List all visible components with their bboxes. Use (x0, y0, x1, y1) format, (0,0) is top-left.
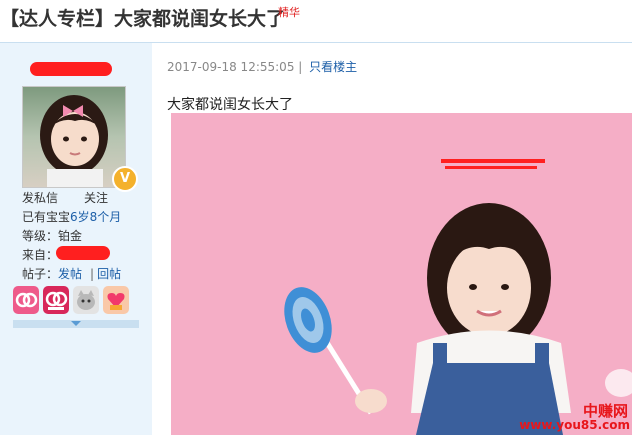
redacted-location (56, 246, 110, 260)
member-level: 等级：铂金 (22, 227, 82, 244)
chevron-down-icon (71, 321, 81, 326)
post-title: 大家都说闺女长大了 (167, 97, 293, 113)
send-message-link[interactable]: 发私信 (22, 189, 58, 206)
level-value: 铂金 (58, 229, 83, 243)
post-photo[interactable] (171, 113, 632, 435)
baby-info-label: 已有宝宝 (22, 210, 71, 224)
sidebar-collapse-toggle[interactable] (13, 320, 139, 328)
medal-talent-icon[interactable] (13, 286, 39, 314)
medal-babytree-icon[interactable] (43, 286, 69, 314)
replies-link[interactable]: 回帖 (97, 267, 121, 281)
posts-stats: 帖子：发帖 | 回帖 (22, 265, 121, 282)
medal-heart-icon[interactable] (103, 286, 129, 314)
avatar[interactable] (22, 86, 126, 188)
watermark-logo: 中赚网 www.you85.com (519, 400, 632, 435)
verified-badge-icon: V (112, 166, 138, 192)
from-label: 来自： (22, 248, 59, 262)
location: 来自： (22, 246, 58, 263)
thread-title-bar: 【达人专栏】大家都说闺女长大了 精华 (0, 0, 632, 43)
baby-info: 已有宝宝6岁8个月 (22, 208, 121, 225)
posts-label: 帖子： (22, 267, 59, 281)
watermark-url: www.you85.com (519, 418, 630, 432)
only-author-link[interactable]: 只看楼主 (309, 60, 357, 74)
meta-separator: | (298, 60, 303, 74)
posts-divider: | (90, 267, 95, 281)
level-label: 等级： (22, 229, 59, 243)
redacted-username (30, 62, 112, 76)
posts-link[interactable]: 发帖 (58, 267, 82, 281)
follow-link[interactable]: 关注 (84, 189, 108, 206)
post-meta: 2017-09-18 12:55:05 | 只看楼主 (167, 58, 357, 75)
thread-title: 【达人专栏】大家都说闺女长大了 (0, 8, 286, 30)
post-timestamp: 2017-09-18 12:55:05 (167, 60, 295, 74)
medal-cat-icon[interactable] (73, 286, 99, 314)
featured-badge: 精华 (278, 6, 300, 19)
baby-age-link[interactable]: 6岁8个月 (70, 210, 121, 224)
